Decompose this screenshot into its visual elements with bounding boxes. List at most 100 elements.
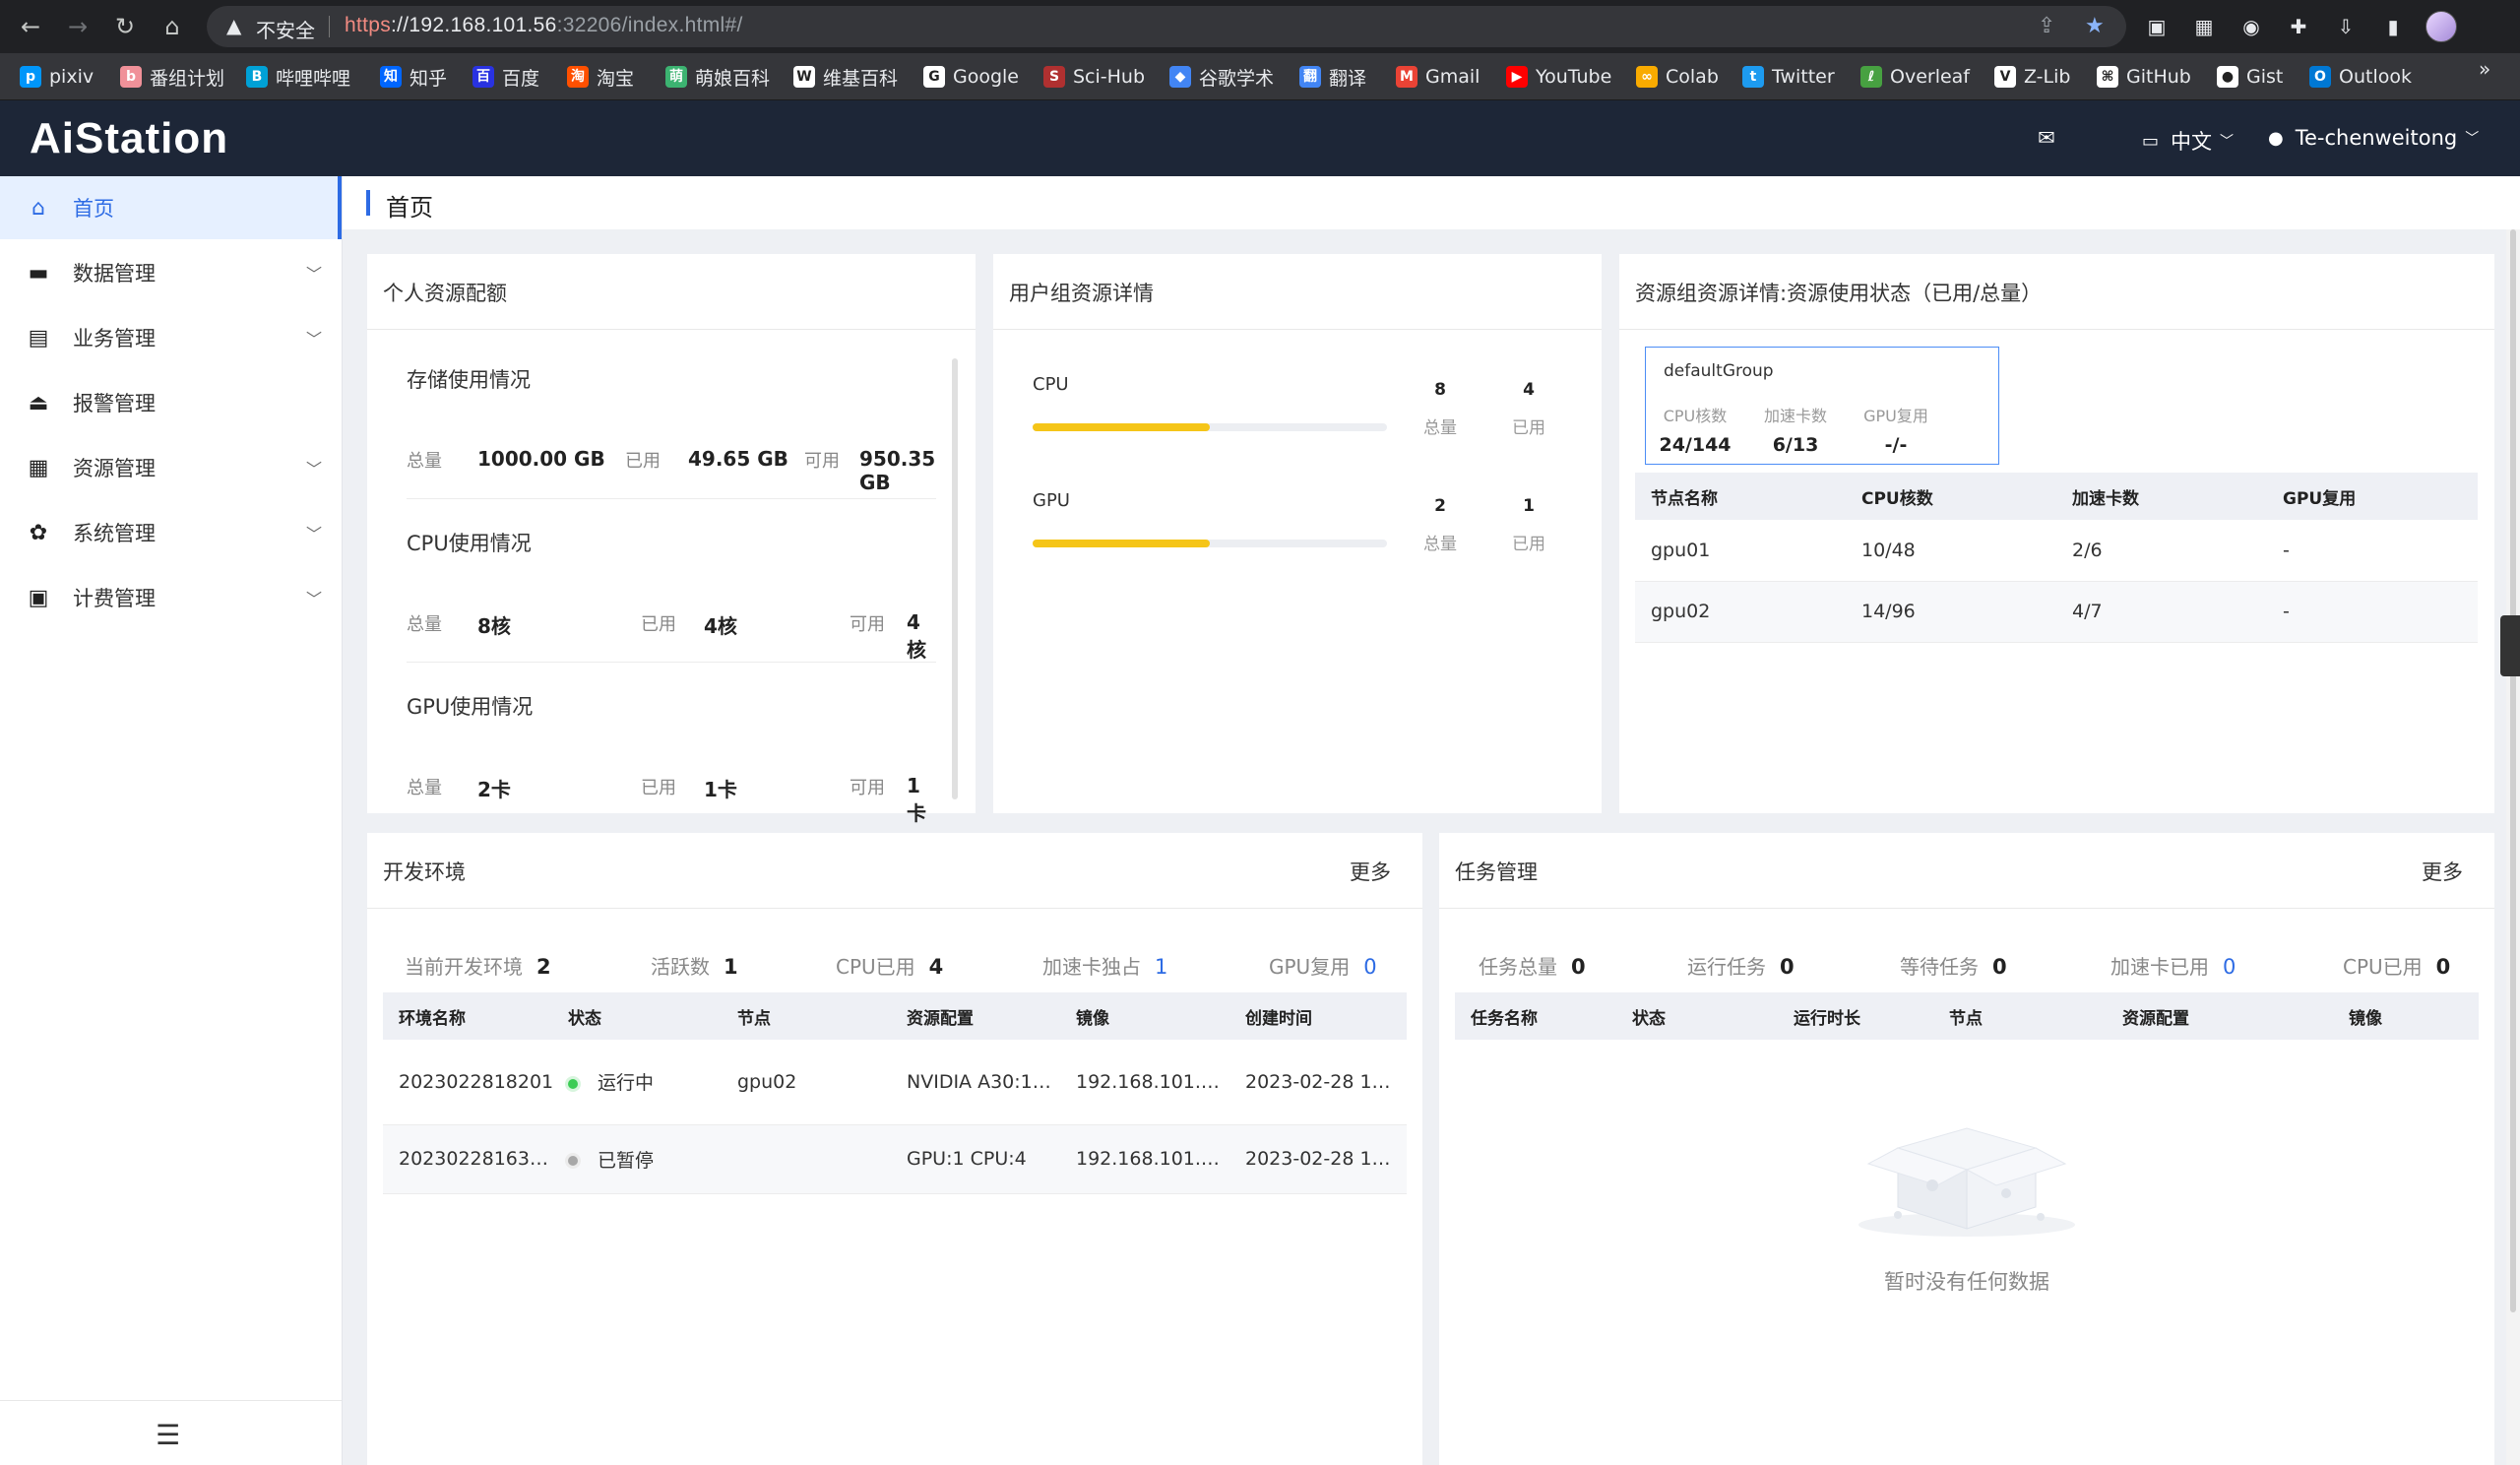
resource-icon: ▦ [28, 455, 49, 480]
bookmark-github[interactable]: ⌘ GitHub [2097, 63, 2191, 91]
kpi-value: 0 [1363, 955, 1377, 979]
bookmark-favicon-icon: ⌘ [2097, 66, 2118, 88]
breadcrumb-marker [366, 190, 370, 216]
bookmark-label: Gmail [1425, 66, 1480, 88]
bookmark-萌娘百科[interactable]: 萌萌娘百科 [665, 63, 770, 91]
app-logo: AiStation [30, 114, 229, 162]
column-header: 节点 [1933, 992, 2107, 1040]
bookmark-翻译[interactable]: 翻翻译 [1299, 63, 1366, 91]
status-cell: 运行中 [552, 1040, 722, 1125]
bookmark-youtube[interactable]: ▶ YouTube [1506, 63, 1611, 91]
sidebar-item-2[interactable]: ▤ 业务管理 ﹀ [0, 306, 342, 369]
page-scrollbar[interactable] [2506, 229, 2520, 1465]
bookmark-twitter[interactable]: t Twitter [1742, 63, 1835, 91]
share-icon[interactable]: ⇪ [2038, 14, 2055, 38]
bookmark-知乎[interactable]: 知知乎 [380, 63, 447, 91]
bookmark-谷歌学术[interactable]: ◆ 谷歌学术 [1169, 63, 1274, 91]
bookmark-哔哩哔哩[interactable]: B 哔哩哔哩 [246, 63, 350, 91]
sidebar-item-6[interactable]: ▣ 计费管理 ﹀ [0, 566, 342, 629]
column-header: 镜像 [2333, 992, 2479, 1040]
table-cell: 14/96 [1846, 581, 2056, 643]
table-row: gpu01 10/48 2/6- [1635, 520, 2478, 582]
extension-qr-icon[interactable]: ▦ [2189, 12, 2219, 41]
bookmark-google[interactable]: G Google [923, 63, 1019, 91]
cpu-total-label: 总量 [1423, 418, 1457, 438]
chevron-down-icon: ﹀ [305, 330, 322, 349]
bookmark-overleaf[interactable]: ℓ Overleaf [1860, 63, 1970, 91]
sidebar-item-1[interactable]: ▬ 数据管理 ﹀ [0, 241, 342, 304]
download-icon[interactable]: ⇩ [2331, 12, 2361, 41]
user-menu[interactable]: ● Te-chenweitong ﹀ [2268, 126, 2479, 150]
collapse-menu-icon[interactable]: ☰ [156, 1419, 180, 1451]
env-name-cell[interactable]: 20230228182017 [383, 1040, 552, 1125]
star-icon[interactable]: ★ [2085, 14, 2105, 38]
bookmark-favicon-icon: S [1043, 66, 1065, 88]
sidebar-item-label: 业务管理 [73, 327, 156, 350]
group-gpu-label: GPU复用 [1863, 407, 1928, 425]
default-group-box[interactable]: defaultGroup CPU核数 24/144 加速卡数 6/13 GPU复… [1645, 347, 1999, 465]
sidebar-item-4[interactable]: ▦ 资源管理 ﹀ [0, 436, 342, 499]
side-drawer-handle[interactable] [2500, 615, 2520, 676]
storage-used: 49.65 GB [688, 447, 788, 471]
bookmark-维基百科[interactable]: W 维基百科 [793, 63, 898, 91]
resource-group-card: 资源组资源详情:资源使用状态（已用/总量） defaultGroup CPU核数… [1619, 254, 2494, 813]
storage-stats: 总量 1000.00 GB 已用 49.65 GB 可用 950.35 GB [407, 447, 935, 494]
back-icon[interactable]: ← [14, 10, 47, 43]
stat-label: 可用 [804, 451, 840, 472]
task-table-header: 任务名称 状态 运行时长 节点 资源配置 镜像 [1455, 992, 2479, 1040]
chevron-down-icon: ﹀ [305, 590, 322, 608]
cpu-total: 8核 [477, 614, 511, 638]
dev-environment-card: 开发环境 更多 当前开发环境 2 活跃数 1 CPU已用 4 加速卡独占 1 GPU复用 0 环境… [367, 833, 1422, 1465]
puzzle-icon[interactable]: ✚ [2284, 12, 2313, 41]
kpi-label: 任务总量 [1479, 955, 1557, 979]
card-title: 开发环境 [383, 860, 466, 884]
extension-badge-icon[interactable]: ◉ [2236, 12, 2266, 41]
cpu-resource-name: CPU [1033, 374, 1069, 395]
bookmark-淘宝[interactable]: 淘淘宝 [567, 63, 634, 91]
bookmark-百度[interactable]: 百百度 [472, 63, 539, 91]
address-bar[interactable]: ▲ 不安全 https://192.168.101.56:32206/index… [207, 6, 2126, 47]
bookmark-gmail[interactable]: M Gmail [1396, 63, 1480, 91]
sidebar-item-3[interactable]: ⏏ 报警管理 [0, 371, 342, 434]
table-row[interactable]: 20230228163… 已暂停 GPU:1 CPU:4 192.168.101.… 2… [383, 1124, 1407, 1194]
kpi-item: 运行任务 0 [1687, 951, 1795, 980]
mail-icon[interactable]: ✉ [2038, 126, 2055, 150]
home-browser-icon[interactable]: ⌂ [156, 10, 189, 43]
bookmark-番组计划[interactable]: b 番组计划 [120, 63, 224, 91]
bookmark-colab[interactable]: ∞ Colab [1636, 63, 1719, 91]
bookmark-pixiv[interactable]: p pixiv [20, 63, 94, 91]
omnibox-separator [329, 16, 330, 37]
bookmarks-overflow-icon[interactable]: » [2479, 57, 2490, 81]
status-cell: 已暂停 [552, 1124, 722, 1194]
url-text[interactable]: https://192.168.101.56:32206/index.html#… [345, 14, 743, 37]
home-icon: ⌂ [32, 195, 45, 221]
bookmark-outlook[interactable]: O Outlook [2309, 63, 2412, 91]
sidebar-item-5[interactable]: ✿ 系统管理 ﹀ [0, 501, 342, 564]
gpu-usage-bar [1033, 540, 1387, 547]
sidepanel-icon[interactable]: ▮ [2378, 12, 2408, 41]
bookmark-label: 维基百科 [823, 67, 899, 90]
extension-mask-icon[interactable]: ▣ [2142, 12, 2172, 41]
bookmark-favicon-icon: 知 [380, 66, 402, 88]
sidebar-item-label: 计费管理 [73, 587, 156, 610]
card-scrollbar[interactable] [952, 358, 958, 799]
language-label: 中文 [2171, 130, 2213, 154]
kpi-label: 运行任务 [1687, 955, 1766, 979]
profile-avatar[interactable] [2426, 11, 2457, 42]
reload-icon[interactable]: ↻ [108, 10, 142, 43]
scrollbar-thumb[interactable] [2510, 229, 2516, 1312]
gpu-usage-fill [1033, 540, 1210, 547]
forward-icon[interactable]: → [61, 10, 94, 43]
task-table: 任务名称 状态 运行时长 节点 资源配置 镜像 [1455, 992, 2479, 1040]
card-divider [367, 329, 976, 330]
bookmark-gist[interactable]: ● Gist [2217, 63, 2283, 91]
sidebar-item-0[interactable]: ⌂ 首页 [0, 176, 342, 239]
tasks-more-link[interactable]: 更多 [2422, 857, 2463, 886]
node-cell: gpu02 [722, 1040, 891, 1125]
sidebar-item-label: 资源管理 [73, 457, 156, 480]
table-row[interactable]: 20230228182017 运行中 gpu02 NVIDIA A30:1… 192.1… [383, 1040, 1407, 1125]
language-switch[interactable]: ▭ 中文 ﹀ [2142, 126, 2234, 156]
dev-more-link[interactable]: 更多 [1350, 857, 1391, 886]
bookmark-z-lib[interactable]: V Z-Lib [1994, 63, 2070, 91]
bookmark-sci-hub[interactable]: S Sci-Hub [1043, 63, 1145, 91]
